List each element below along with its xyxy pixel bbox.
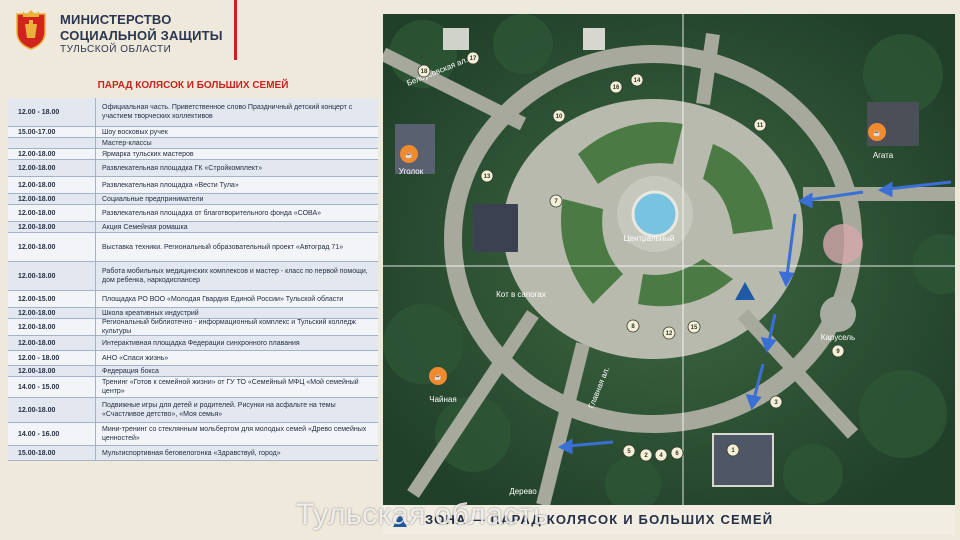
schedule-event: Развлекательная площадка от благотворите…: [102, 209, 322, 217]
schedule-time: 12.00-18.00: [8, 149, 96, 159]
schedule-time: 12.00-18.00: [8, 319, 96, 335]
schedule-time: 12.00 - 18.00: [8, 98, 96, 126]
schedule-time: 12.00-18.00: [8, 233, 96, 261]
schedule-event: Выставка техники. Региональный образоват…: [102, 243, 344, 251]
schedule-time: 12.00-18.00: [8, 398, 96, 422]
map-label-karusel: Карусель: [821, 333, 855, 342]
map-marker-number: 11: [757, 123, 764, 129]
schedule-event: Акция Семейная ромашка: [102, 223, 188, 231]
schedule-event: Официальная часть. Приветственное слово …: [102, 104, 353, 120]
schedule-row: 12.00-18.00 Интерактивная площадка Федера…: [8, 336, 378, 351]
schedule-time: 12.00-18.00: [8, 336, 96, 350]
schedule-time: 12.00-18.00: [8, 262, 96, 290]
schedule-row: 15.00-17.00 Шоу восковых ручек: [8, 127, 378, 138]
map-label-kot: Кот в сапогах: [496, 290, 546, 299]
map-canvas: ☕ ☕ ☕ Центральный Кот в сапогах Чайная А…: [383, 14, 955, 505]
header: МИНИСТЕРСТВО СОЦИАЛЬНОЙ ЗАЩИТЫ ТУЛЬСКОЙ …: [0, 0, 370, 66]
schedule-event: Школа креативных индустрий: [102, 309, 199, 317]
map-label-central: Центральный: [624, 234, 675, 243]
svg-text:☕: ☕: [434, 373, 442, 381]
schedule-event: Подвижные игры для детей и родителей. Ри…: [102, 402, 336, 418]
schedule-event: Федерация бокса: [102, 367, 159, 375]
schedule-row: 12.00-18.00 Акция Семейная ромашка: [8, 222, 378, 233]
rose-circle: [823, 224, 863, 264]
map-marker-number: 12: [666, 331, 673, 337]
schedule-time: 12.00-18.00: [8, 194, 96, 204]
schedule-time: 15.00-18.00: [8, 446, 96, 460]
ministry-title: МИНИСТЕРСТВО СОЦИАЛЬНОЙ ЗАЩИТЫ: [60, 12, 223, 44]
schedule-time: [8, 138, 96, 148]
schedule-event: Мини-тренинг со стеклянным мольбертом дл…: [102, 426, 367, 442]
channel-watermark: Тульская область: [296, 498, 550, 531]
schedule-time: 15.00-17.00: [8, 127, 96, 137]
ministry-region: ТУЛЬСКОЙ ОБЛАСТИ: [60, 44, 172, 55]
schedule-event: Мультиспортивная беговелогонка «Здравств…: [102, 449, 281, 457]
schedule-row: 12.00-18.00 Ярмарка тульских мастеров: [8, 149, 378, 160]
schedule-title: ПАРАД КОЛЯСОК И БОЛЬШИХ СЕМЕЙ: [97, 80, 289, 91]
map-marker-number: 15: [691, 325, 698, 331]
schedule-row: 12.00-18.00 Развлекательная площадка от б…: [8, 205, 378, 222]
schedule-event: Социальные предприниматели: [102, 195, 204, 203]
map-marker-number: 18: [421, 69, 428, 75]
svg-text:☕: ☕: [405, 151, 413, 159]
schedule-row: 12.00-18.00 Развлекательная площадка «Вес…: [8, 177, 378, 194]
schedule-row: 12.00 - 18.00 АНО «Спаси жизнь»: [8, 351, 378, 366]
schedule-time: 12.00-18.00: [8, 308, 96, 318]
schedule-row: 12.00-18.00 Федерация бокса: [8, 366, 378, 377]
schedule-event: Мастер-классы: [102, 139, 152, 147]
map-marker-number: 10: [556, 114, 563, 120]
schedule-rows: 12.00 - 18.00 Официальная часть. Приветст…: [8, 98, 378, 461]
header-divider: [234, 0, 237, 60]
schedule-time: 12.00-18.00: [8, 177, 96, 193]
schedule-row: 12.00-18.00 Социальные предприниматели: [8, 194, 378, 205]
schedule-event: АНО «Спаси жизнь»: [102, 354, 169, 362]
map-label-chainaya: Чайная: [429, 395, 456, 404]
ministry-line-1: МИНИСТЕРСТВО: [60, 12, 172, 27]
schedule-event: Работа мобильных медицинских комплексов …: [102, 268, 368, 284]
schedule-row: 14.00 - 16.00 Мини-тренинг со стеклянным …: [8, 423, 378, 446]
schedule-time: 12.00-18.00: [8, 205, 96, 221]
schedule-row: 12.00-18.00 Развлекательная площадка ГК «…: [8, 160, 378, 177]
schedule-row: 15.00-18.00 Мультиспортивная беговелогонк…: [8, 446, 378, 461]
schedule-row: 12.00-18.00 Работа мобильных медицинских …: [8, 262, 378, 291]
map-marker-number: 13: [484, 174, 491, 180]
schedule-time: 12.00-18.00: [8, 366, 96, 376]
schedule-event: Шоу восковых ручек: [102, 128, 168, 136]
svg-text:☕: ☕: [873, 129, 881, 137]
map-label-derevo: Дерево: [509, 487, 537, 496]
karusel-area: [820, 296, 856, 332]
schedule-row: 12.00 - 18.00 Официальная часть. Приветст…: [8, 98, 378, 127]
schedule-event: Региональный библиотечно - информационны…: [102, 319, 356, 335]
schedule-event: Интерактивная площадка Федерации синхрон…: [102, 339, 300, 347]
fountain: [631, 190, 679, 238]
schedule-event: Тренинг «Готов к семейной жизни» от ГУ Т…: [102, 379, 359, 395]
schedule-time: 12.00-18.00: [8, 222, 96, 232]
map-marker-number: 17: [470, 56, 477, 62]
map-marker-number: 16: [613, 85, 620, 91]
map-marker-number: 14: [634, 78, 641, 84]
schedule-row: Мастер-классы: [8, 138, 378, 149]
schedule-row: 12.00-15.00 Площадка РО ВОО «Молодая Гвар…: [8, 291, 378, 308]
park-map: ☕ ☕ ☕ Центральный Кот в сапогах Чайная А…: [383, 14, 955, 505]
schedule-event: Развлекательная площадка ГК «Стройкомпле…: [102, 164, 263, 172]
map-label-agata: Агата: [873, 151, 894, 160]
coat-of-arms-icon: [16, 10, 46, 50]
schedule-table: ПАРАД КОЛЯСОК И БОЛЬШИХ СЕМЕЙ 12.00 - 18…: [8, 74, 378, 461]
map-label-ugolok: Уголок: [399, 167, 424, 176]
schedule-row: 14.00 - 15.00 Тренинг «Готов к семейной ж…: [8, 377, 378, 398]
schedule-row: 12.00-18.00 Подвижные игры для детей и ро…: [8, 398, 378, 423]
schedule-row: 12.00-18.00 Региональный библиотечно - ин…: [8, 319, 378, 336]
schedule-event: Площадка РО ВОО «Молодая Гвардия Единой …: [102, 295, 344, 303]
schedule-time: 14.00 - 16.00: [8, 423, 96, 445]
schedule-time: 12.00-18.00: [8, 160, 96, 176]
schedule-time: 12.00-15.00: [8, 291, 96, 307]
schedule-time: 14.00 - 15.00: [8, 377, 96, 397]
schedule-event: Развлекательная площадка «Вести Тула»: [102, 181, 239, 189]
schedule-row: 12.00-18.00 Выставка техники. Региональны…: [8, 233, 378, 262]
schedule-time: 12.00 - 18.00: [8, 351, 96, 365]
ministry-line-2: СОЦИАЛЬНОЙ ЗАЩИТЫ: [60, 28, 223, 43]
schedule-event: Ярмарка тульских мастеров: [102, 150, 194, 158]
